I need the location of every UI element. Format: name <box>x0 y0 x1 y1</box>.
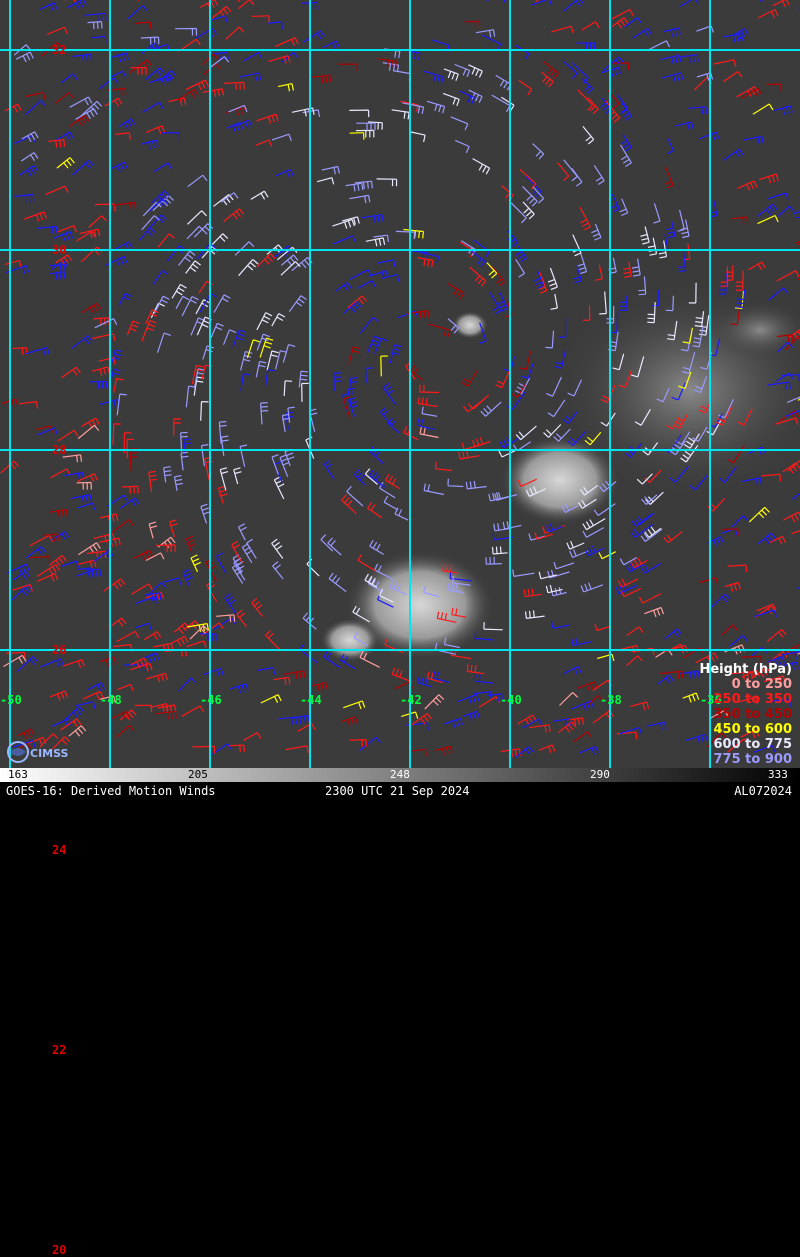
lon-label: -50 <box>0 694 22 706</box>
lat-label: 32 <box>52 44 66 56</box>
colorbar-tick: 248 <box>390 768 410 782</box>
height-legend: Height (hPa) 0 to 250250 to 350350 to 45… <box>699 662 792 782</box>
lat-label: 20 <box>52 1244 66 1256</box>
lat-label: 30 <box>52 244 66 256</box>
legend-entry: 0 to 250 <box>699 677 792 692</box>
footer-product: GOES-16: Derived Motion Winds <box>6 782 216 800</box>
footer-storm-id: AL072024 <box>734 782 792 800</box>
colorbar-tick: 333 <box>768 768 788 782</box>
satellite-wind-product: 32302826242220 -50-48-46-44-42-40-38-36 … <box>0 0 800 800</box>
legend-title: Height (hPa) <box>699 662 792 677</box>
footer-bar: GOES-16: Derived Motion Winds 2300 UTC 2… <box>0 782 800 800</box>
legend-entry: 350 to 450 <box>699 707 792 722</box>
legend-entry: 775 to 900 <box>699 752 792 767</box>
colorbar-tick: 163 <box>8 768 28 782</box>
lat-label: 26 <box>52 644 66 656</box>
lon-label: -40 <box>500 694 522 706</box>
lon-label: -46 <box>200 694 222 706</box>
footer-time: 2300 UTC 21 Sep 2024 <box>325 782 470 800</box>
lon-label: -38 <box>600 694 622 706</box>
lon-label: -48 <box>100 694 122 706</box>
logo-icon: CIMSS <box>6 740 72 764</box>
legend-entry: 450 to 600 <box>699 722 792 737</box>
wind-map <box>0 0 800 768</box>
lat-label: 22 <box>52 1044 66 1056</box>
brightness-temperature-colorbar: 163 205 248 290 333 <box>0 768 800 782</box>
lat-label: 24 <box>52 844 66 856</box>
colorbar-tick: 205 <box>188 768 208 782</box>
svg-text:CIMSS: CIMSS <box>30 747 69 760</box>
lon-label: -42 <box>400 694 422 706</box>
colorbar-tick: 290 <box>590 768 610 782</box>
legend-entry: 250 to 350 <box>699 692 792 707</box>
lat-label: 28 <box>52 444 66 456</box>
legend-entry: 600 to 775 <box>699 737 792 752</box>
lon-label: -44 <box>300 694 322 706</box>
